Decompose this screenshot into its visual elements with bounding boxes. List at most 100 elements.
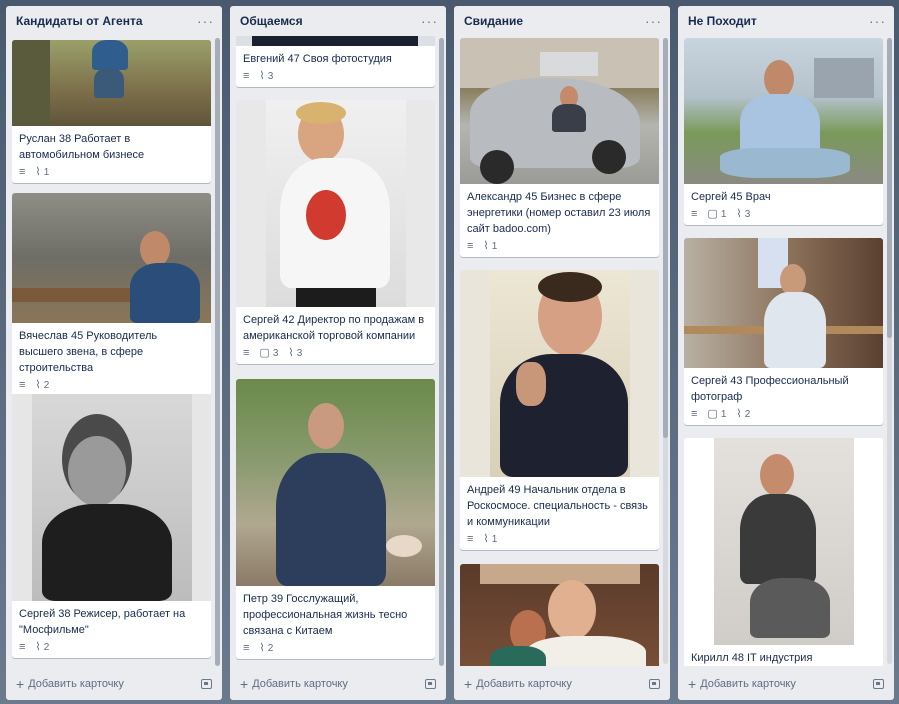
card[interactable]: Евгений 47 Своя фотостудия ≡ ⌇ 3: [236, 36, 435, 87]
list-header[interactable]: Не Походит ···: [678, 6, 894, 36]
attachments-badge: ⌇ 2: [736, 408, 751, 421]
list-title[interactable]: Кандидаты от Агента: [16, 14, 143, 28]
list-footer: + Добавить карточку: [678, 668, 894, 700]
paperclip-icon: ⌇: [483, 240, 489, 252]
scrollbar[interactable]: [439, 38, 444, 666]
list-ne-podhodit: Не Походит ··· Сергей 45 Врач ≡ ▢1 ⌇3: [678, 6, 894, 700]
attachments-badge: ⌇ 2: [259, 642, 274, 655]
scrollbar[interactable]: [887, 38, 892, 664]
card-cover-photo: [12, 394, 211, 601]
card[interactable]: Сергей 45 Врач ≡ ▢ 1 ⌇ 3: [684, 38, 883, 225]
card[interactable]: Кирилл 48 IT индустрия: [684, 438, 883, 666]
paperclip-icon: ⌇: [35, 379, 41, 391]
comment-icon: ▢: [259, 347, 270, 359]
card[interactable]: Руслан 38 Работает в автомобильном бизне…: [12, 40, 211, 183]
add-card-button[interactable]: + Добавить карточку: [464, 676, 572, 692]
card-badges: ≡ ▢ 3 ⌇ 3: [236, 346, 435, 364]
list-header[interactable]: Свидание ···: [454, 6, 670, 36]
ellipsis-icon[interactable]: ···: [421, 14, 438, 28]
comments-badge: ▢ 1: [707, 208, 727, 221]
card-title: Александр 45 Бизнес в сфере энергетики (…: [467, 191, 651, 235]
plus-icon: +: [16, 676, 25, 692]
comments-badge: ▢ 1: [707, 408, 727, 421]
card[interactable]: Вячеслав 45 Руководитель высшего звена, …: [12, 193, 211, 396]
scrollbar[interactable]: [215, 38, 220, 666]
card[interactable]: Сергей 38 Режисер, работает на "Мосфильм…: [12, 394, 211, 658]
card[interactable]: Петр 39 Госслужащий, профессиональная жи…: [236, 379, 435, 659]
description-icon: ≡: [243, 70, 250, 82]
list-cards: Евгений 47 Своя фотостудия ≡ ⌇ 3 Сергей 4…: [236, 36, 440, 666]
paperclip-icon: ⌇: [288, 347, 294, 359]
card-cover-photo: [460, 564, 659, 666]
card-title: Кирилл 48 IT индустрия: [691, 652, 813, 664]
card[interactable]: [460, 564, 659, 666]
card-title: Евгений 47 Своя фотостудия: [243, 53, 392, 65]
card[interactable]: Сергей 42 Директор по продажам в америка…: [236, 100, 435, 364]
attachments-badge: ⌇ 3: [736, 208, 751, 221]
attachments-badge: ⌇ 1: [483, 533, 498, 546]
description-icon: ≡: [691, 408, 698, 420]
ellipsis-icon[interactable]: ···: [197, 14, 214, 28]
card-title: Сергей 38 Режисер, работает на "Мосфильм…: [19, 608, 186, 636]
description-icon: ≡: [691, 208, 698, 220]
card-cover-photo: [12, 193, 211, 323]
paperclip-icon: ⌇: [259, 70, 265, 82]
card-cover-photo: [684, 38, 883, 184]
ellipsis-icon[interactable]: ···: [645, 14, 662, 28]
card-badges: ≡ ▢ 1 ⌇ 2: [684, 407, 883, 425]
card-cover-photo: [236, 36, 435, 46]
list-title[interactable]: Не Походит: [688, 14, 757, 28]
scrollbar[interactable]: [663, 38, 668, 664]
card-badges: ≡ ⌇ 1: [460, 532, 659, 550]
attachments-badge: ⌇ 1: [483, 240, 498, 253]
description-icon: ≡: [467, 240, 474, 252]
add-card-button[interactable]: + Добавить карточку: [16, 676, 124, 692]
description-icon: ≡: [19, 379, 26, 391]
comment-icon: ▢: [707, 208, 718, 220]
card-badges: ≡ ⌇ 2: [236, 641, 435, 659]
comments-badge: ▢ 3: [259, 347, 279, 360]
paperclip-icon: ⌇: [736, 408, 742, 420]
list-header[interactable]: Кандидаты от Агента ···: [6, 6, 222, 36]
card-title: Петр 39 Госслужащий, профессиональная жи…: [243, 593, 408, 637]
ellipsis-icon[interactable]: ···: [869, 14, 886, 28]
attachments-badge: ⌇ 3: [259, 70, 274, 83]
list-svidanie: Свидание ··· Александр 45 Бизнес в сфере…: [454, 6, 670, 700]
card-badges: ≡ ⌇ 3: [236, 69, 435, 87]
card-title: Руслан 38 Работает в автомобильном бизне…: [19, 133, 145, 161]
card-title: Сергей 45 Врач: [691, 191, 771, 203]
list-header[interactable]: Общаемся ···: [230, 6, 446, 36]
card-title: Вячеслав 45 Руководитель высшего звена, …: [19, 330, 158, 374]
card-badges: ≡ ⌇ 2: [12, 640, 211, 658]
list-cards: Руслан 38 Работает в автомобильном бизне…: [12, 36, 216, 666]
attachments-badge: ⌇ 2: [35, 641, 50, 654]
card-template-icon[interactable]: [873, 679, 884, 689]
card-title: Андрей 49 Начальник отдела в Роскосмосе.…: [467, 484, 648, 528]
list-title[interactable]: Свидание: [464, 14, 523, 28]
card[interactable]: Александр 45 Бизнес в сфере энергетики (…: [460, 38, 659, 257]
card-title: Сергей 42 Директор по продажам в америка…: [243, 314, 425, 342]
card-cover-photo: [684, 438, 883, 645]
paperclip-icon: ⌇: [736, 208, 742, 220]
list-obshchaemsya: Общаемся ··· Евгений 47 Своя фотостудия …: [230, 6, 446, 700]
card[interactable]: Сергей 43 Профессиональный фотограф ≡ ▢ 1…: [684, 238, 883, 425]
card[interactable]: Андрей 49 Начальник отдела в Роскосмосе.…: [460, 270, 659, 550]
add-card-button[interactable]: + Добавить карточку: [240, 676, 348, 692]
card-cover-photo: [236, 100, 435, 307]
attachments-badge: ⌇ 3: [288, 347, 303, 360]
list-title[interactable]: Общаемся: [240, 14, 303, 28]
plus-icon: +: [688, 676, 697, 692]
card-cover-photo: [12, 40, 211, 126]
card-template-icon[interactable]: [201, 679, 212, 689]
add-card-button[interactable]: + Добавить карточку: [688, 676, 796, 692]
card-cover-photo: [460, 38, 659, 184]
board: Кандидаты от Агента ··· Руслан 38 Работа…: [0, 0, 899, 704]
paperclip-icon: ⌇: [35, 166, 41, 178]
card-template-icon[interactable]: [649, 679, 660, 689]
card-title: Сергей 43 Профессиональный фотограф: [691, 375, 849, 403]
attachments-badge: ⌇ 2: [35, 379, 50, 392]
list-cards: Александр 45 Бизнес в сфере энергетики (…: [460, 36, 664, 666]
paperclip-icon: ⌇: [483, 533, 489, 545]
card-template-icon[interactable]: [425, 679, 436, 689]
comment-icon: ▢: [707, 408, 718, 420]
